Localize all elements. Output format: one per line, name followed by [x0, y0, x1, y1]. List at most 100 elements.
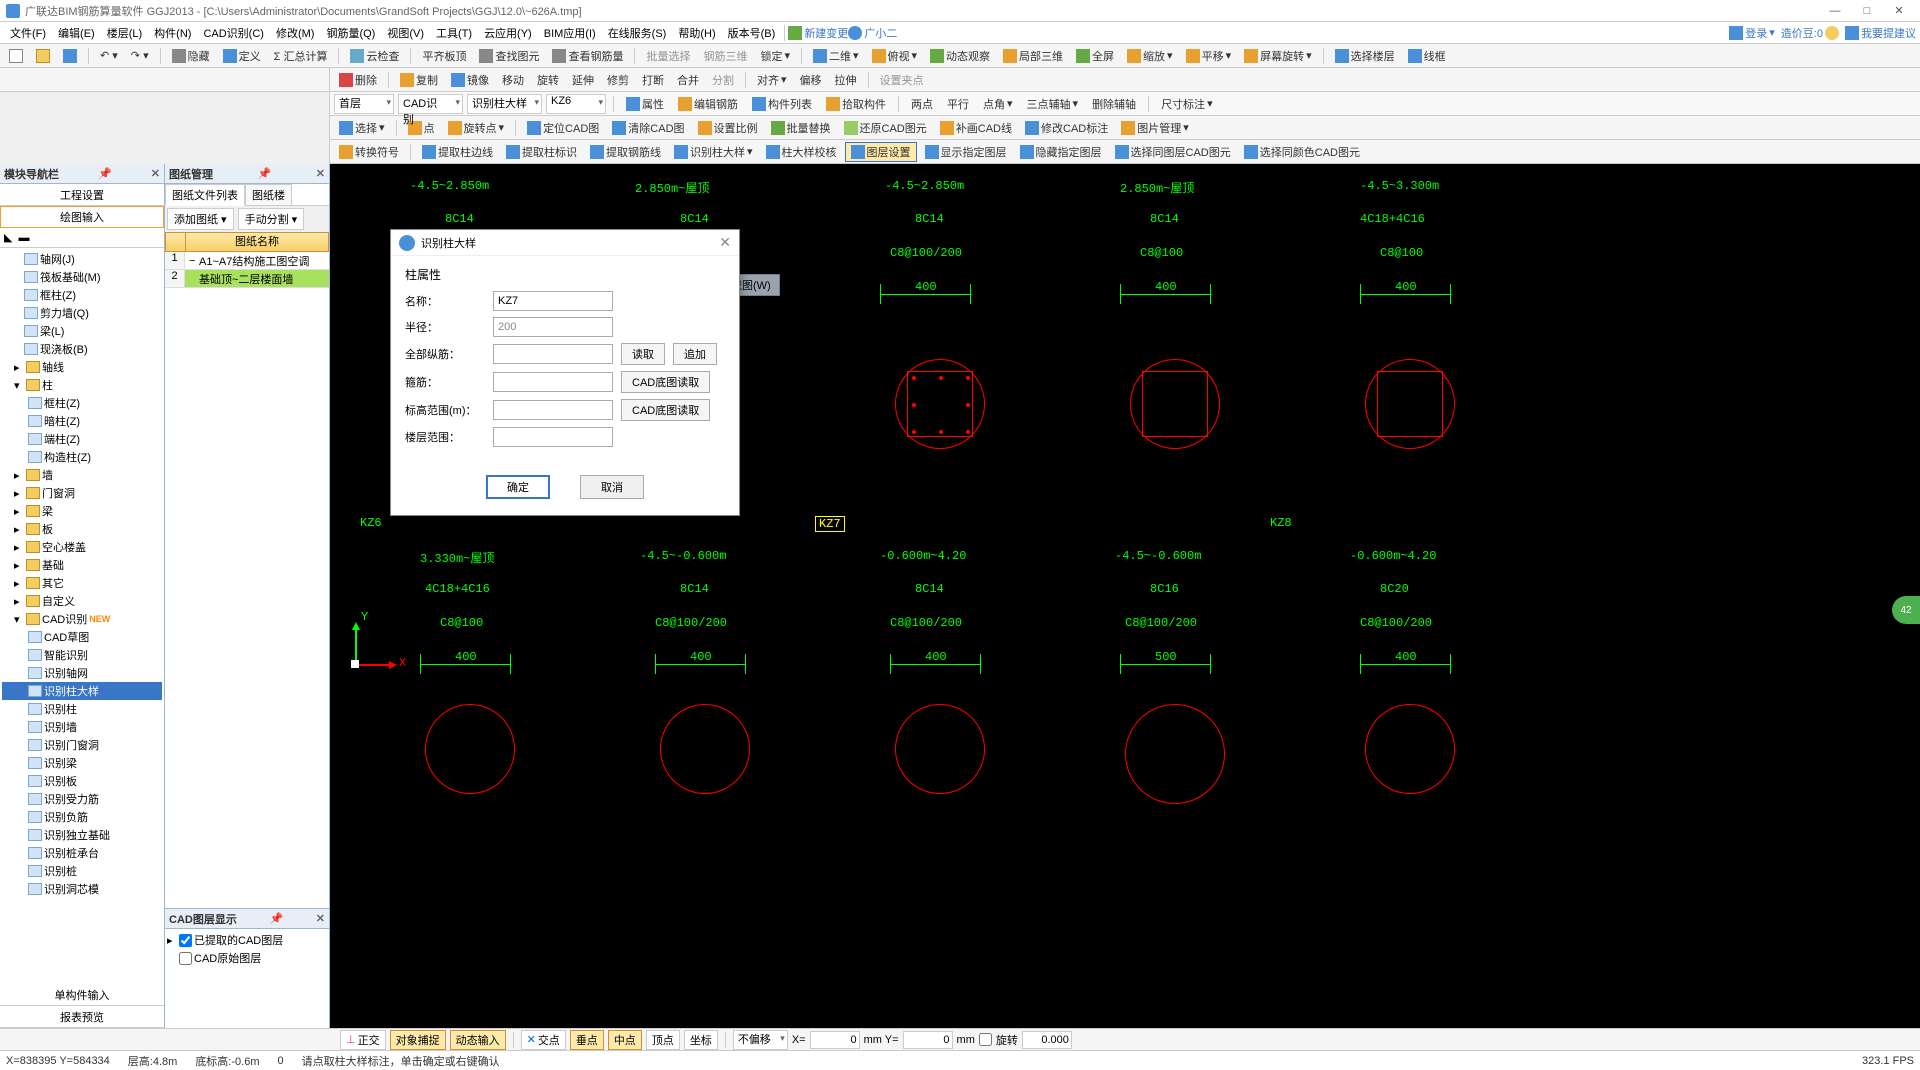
parallel-button[interactable]: 平行 — [942, 94, 974, 114]
tree-item[interactable]: 识别轴网 — [2, 664, 162, 682]
two-point-button[interactable]: 两点 — [906, 94, 938, 114]
menu-item[interactable]: 构件(N) — [148, 25, 197, 41]
tree-item[interactable]: 轴网(J) — [2, 250, 162, 268]
type-combo[interactable]: 识别柱大样 — [467, 94, 542, 114]
floor-range-input[interactable] — [493, 427, 613, 447]
floor-combo[interactable]: 首层 — [334, 94, 394, 114]
layer-checkbox[interactable] — [179, 952, 192, 965]
project-settings-button[interactable]: 工程设置 — [0, 184, 164, 206]
tree-item[interactable]: ▸墙 — [2, 466, 162, 484]
tab-file-list[interactable]: 图纸文件列表 — [165, 184, 245, 206]
stirrup-input[interactable] — [493, 372, 613, 392]
hide-button[interactable]: 隐藏 — [167, 46, 215, 66]
tree-item[interactable]: 现浇板(B) — [2, 340, 162, 358]
coin-label[interactable]: 造价豆:0 — [1781, 25, 1839, 41]
mod-cad-button[interactable]: 修改CAD标注 — [1020, 118, 1113, 138]
pin-icon[interactable]: 📌 — [98, 167, 112, 180]
dim-button[interactable]: 尺寸标注 ▾ — [1156, 94, 1218, 114]
menu-item[interactable]: 钢筋量(Q) — [320, 25, 381, 41]
report-preview-button[interactable]: 报表预览 — [0, 1006, 164, 1028]
undo-icon[interactable]: ↶ ▾ — [95, 47, 123, 64]
local-3d-button[interactable]: 局部三维 — [998, 46, 1068, 66]
tree-item[interactable]: 识别独立基础 — [2, 826, 162, 844]
osnap-button[interactable]: 对象捕捉 — [390, 1030, 446, 1050]
maximize-icon[interactable]: □ — [1852, 2, 1882, 20]
int-button[interactable]: ✕交点 — [521, 1030, 566, 1050]
user-button[interactable]: 广小二 — [848, 25, 897, 41]
login-link[interactable]: 登录 ▾ — [1729, 25, 1775, 41]
add-drawing-button[interactable]: 添加图纸 ▾ — [167, 208, 234, 230]
tree-item[interactable]: 识别负筋 — [2, 808, 162, 826]
redo-icon[interactable]: ↷ ▾ — [126, 47, 154, 64]
menu-item[interactable]: 在线服务(S) — [602, 25, 673, 41]
tree-item[interactable]: ▸基础 — [2, 556, 162, 574]
align-button[interactable]: 对齐 ▾ — [752, 70, 792, 90]
menu-item[interactable]: 版本号(B) — [722, 25, 782, 41]
view-rebar-button[interactable]: 查看钢筋量 — [547, 46, 628, 66]
rebar-3d-button[interactable]: 钢筋三维 — [698, 46, 752, 66]
tree-item[interactable]: 筏板基础(M) — [2, 268, 162, 286]
single-comp-button[interactable]: 单构件输入 — [0, 984, 164, 1006]
batch-replace-button[interactable]: 批量替换 — [766, 118, 836, 138]
tree-item[interactable]: ▸梁 — [2, 502, 162, 520]
set-scale-button[interactable]: 设置比例 — [693, 118, 763, 138]
dyn-view-button[interactable]: 动态观察 — [925, 46, 995, 66]
tree-item[interactable]: 端柱(Z) — [2, 430, 162, 448]
nav-tree[interactable]: 轴网(J)筏板基础(M)框柱(Z)剪力墙(Q)梁(L)现浇板(B)▸轴线▾柱框柱… — [0, 248, 164, 984]
tree-item[interactable]: ▾柱 — [2, 376, 162, 394]
drawing-row[interactable]: 1−A1~A7结构施工图空调 — [165, 252, 329, 270]
point-angle-button[interactable]: 点角 ▾ — [978, 94, 1018, 114]
extract-rebar-button[interactable]: 提取钢筋线 — [585, 142, 666, 162]
show-layer-button[interactable]: 显示指定图层 — [920, 142, 1012, 162]
tree-item[interactable]: 识别受力筋 — [2, 790, 162, 808]
tree-item[interactable]: 识别桩 — [2, 862, 162, 880]
perp-button[interactable]: 垂点 — [570, 1030, 604, 1050]
layer-checkbox[interactable] — [179, 934, 192, 947]
sel-color-button[interactable]: 选择同颜色CAD图元 — [1239, 142, 1365, 162]
minimize-icon[interactable]: — — [1820, 2, 1850, 20]
break-button[interactable]: 打断 — [637, 70, 669, 90]
tab-floor[interactable]: 图纸楼 — [245, 184, 292, 206]
cad-read-button[interactable]: CAD底图读取 — [621, 371, 710, 393]
rotate-button[interactable]: 屏幕旋转 ▾ — [1239, 46, 1317, 66]
ok-button[interactable]: 确定 — [486, 475, 550, 499]
align-top-button[interactable]: 平齐板顶 — [417, 46, 471, 66]
tree-item[interactable]: ▸门窗洞 — [2, 484, 162, 502]
panel-close-icon[interactable]: ✕ — [151, 167, 160, 180]
merge-button[interactable]: 合并 — [672, 70, 704, 90]
mid-button[interactable]: 中点 — [608, 1030, 642, 1050]
collapse-icon[interactable]: ▬ — [18, 232, 29, 244]
top-view-button[interactable]: 俯视 ▾ — [867, 46, 923, 66]
tree-item[interactable]: 识别梁 — [2, 754, 162, 772]
tree-item[interactable]: ▾CAD识别 NEW — [2, 610, 162, 628]
rotate-input[interactable] — [1022, 1031, 1072, 1049]
hide-layer-button[interactable]: 隐藏指定图层 — [1015, 142, 1107, 162]
y-input[interactable] — [903, 1031, 953, 1049]
tree-item[interactable]: ▸轴线 — [2, 358, 162, 376]
name-input[interactable] — [493, 291, 613, 311]
col-check-button[interactable]: 柱大样校核 — [761, 142, 842, 162]
zoom-button[interactable]: 缩放 ▾ — [1122, 46, 1178, 66]
cad-read-button[interactable]: CAD底图读取 — [621, 399, 710, 421]
ortho-button[interactable]: ⊥正交 — [340, 1030, 386, 1050]
tree-item[interactable]: 框柱(Z) — [2, 286, 162, 304]
notification-bubble[interactable]: 42 — [1892, 596, 1920, 624]
extract-edge-button[interactable]: 提取柱边线 — [417, 142, 498, 162]
pick-comp-button[interactable]: 拾取构件 — [821, 94, 891, 114]
menu-item[interactable]: 工具(T) — [430, 25, 478, 41]
trim-button[interactable]: 修剪 — [602, 70, 634, 90]
pin-icon[interactable]: 📌 — [269, 912, 283, 925]
menu-item[interactable]: 帮助(H) — [672, 25, 721, 41]
panel-close-icon[interactable]: ✕ — [316, 912, 325, 925]
2d-button[interactable]: 二维 ▾ — [808, 46, 864, 66]
tree-item[interactable]: 识别柱大样 — [2, 682, 162, 700]
layer-item[interactable]: ▸已提取的CAD图层 — [167, 931, 327, 949]
menu-item[interactable]: 修改(M) — [270, 25, 321, 41]
cloud-check-button[interactable]: 云检查 — [345, 46, 404, 66]
offset-combo[interactable]: 不偏移 — [733, 1030, 788, 1050]
dialog-close-icon[interactable]: ✕ — [719, 234, 731, 251]
dyn-input-button[interactable]: 动态输入 — [450, 1030, 506, 1050]
fullscreen-button[interactable]: 全屏 — [1071, 46, 1119, 66]
panel-close-icon[interactable]: ✕ — [316, 167, 325, 180]
extract-mark-button[interactable]: 提取柱标识 — [501, 142, 582, 162]
